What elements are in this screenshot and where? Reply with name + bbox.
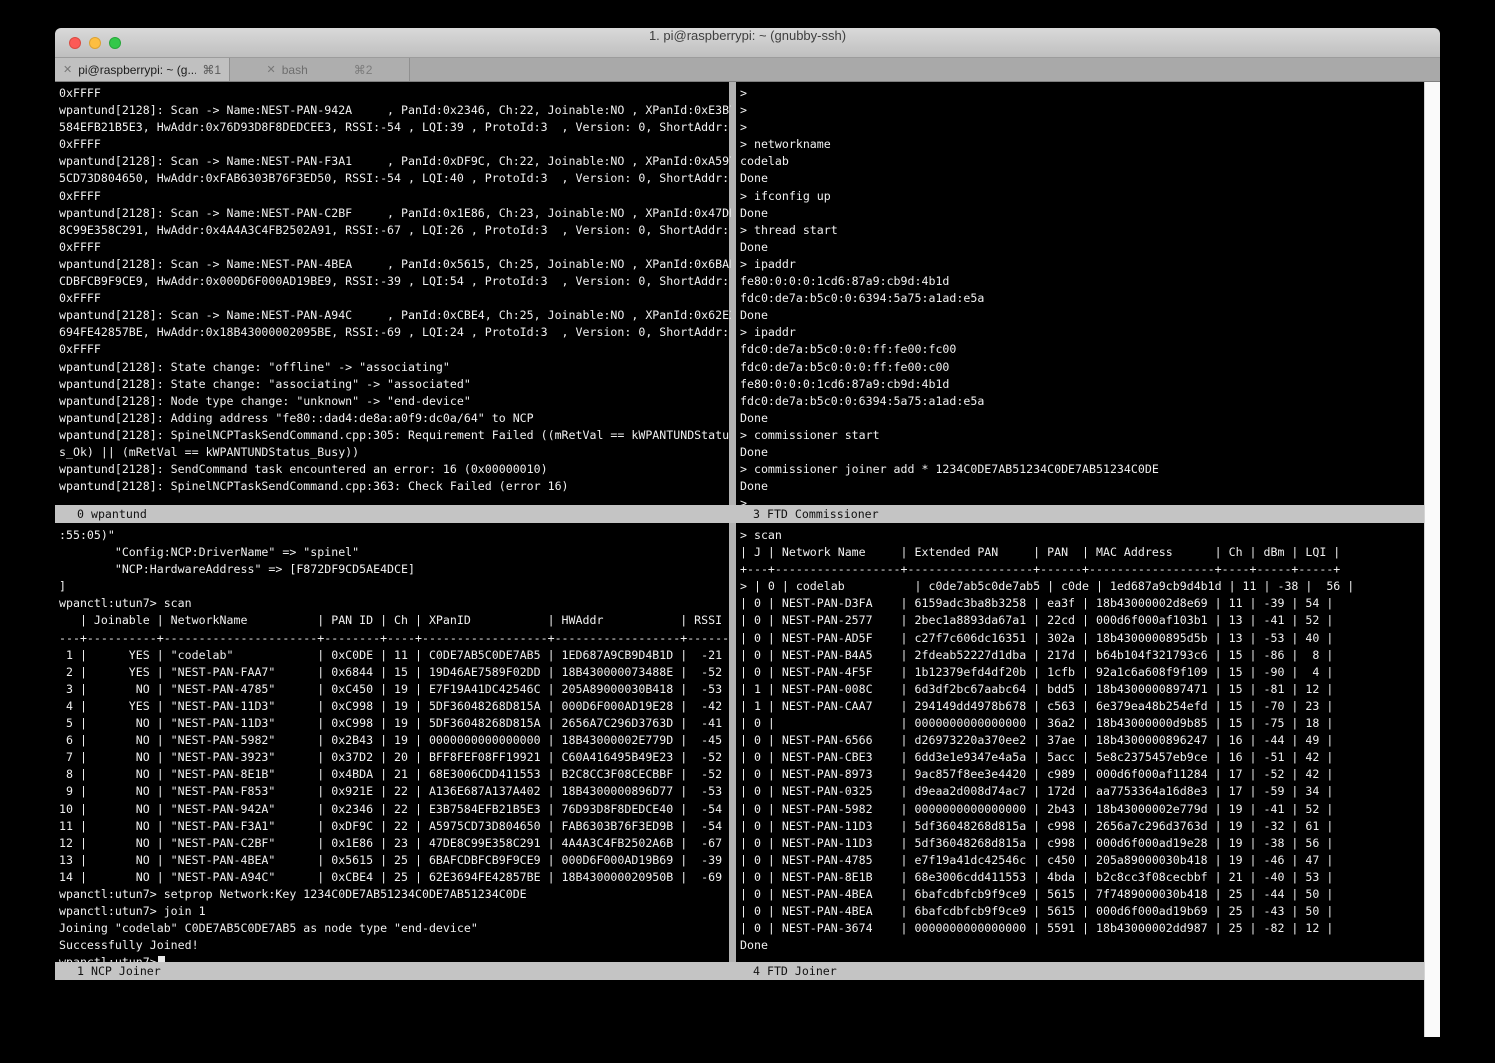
terminal-window: 1. pi@raspberrypi: ~ (gnubby-ssh) ✕ pi@r… [55, 28, 1440, 1037]
tab-label: bash [282, 63, 308, 77]
joiner-scan-output: > scan | J | Network Name | Extended PAN… [740, 527, 1424, 954]
pane-ftd-commissioner[interactable]: > > > > networkname codelab Done > ifcon… [740, 85, 1424, 512]
terminal-scrollbar[interactable] [1424, 82, 1440, 1037]
window-title: 1. pi@raspberrypi: ~ (gnubby-ssh) [55, 28, 1440, 58]
wpanctl-scan-output: :55:05)" "Config:NCP:DriverName" => "spi… [59, 527, 731, 954]
wpantund-log-output: 0xFFFF wpantund[2128]: Scan -> Name:NEST… [59, 85, 731, 495]
tab-shortcut: ⌘1 [202, 63, 221, 77]
caption-wpantund: 0 wpantund [77, 505, 147, 523]
pane-ncp-joiner[interactable]: :55:05)" "Config:NCP:DriverName" => "spi… [59, 527, 731, 971]
caption-ftd-joiner: 4 FTD Joiner [753, 962, 837, 980]
tab-bar: ✕ pi@raspberrypi: ~ (g... ⌘1 ✕ bash ⌘2 [55, 58, 1440, 82]
caption-ftd-commissioner: 3 FTD Commissioner [753, 505, 879, 523]
pane-wpantund[interactable]: 0xFFFF wpantund[2128]: Scan -> Name:NEST… [59, 85, 731, 495]
tab-bash[interactable]: ✕ bash ⌘2 [230, 58, 410, 81]
tab-ssh-session[interactable]: ✕ pi@raspberrypi: ~ (g... ⌘1 [55, 58, 230, 81]
commissioner-cli-output: > > > > networkname codelab Done > ifcon… [740, 85, 1424, 512]
terminal-content-area: 0xFFFF wpantund[2128]: Scan -> Name:NEST… [55, 82, 1440, 1037]
pane-ftd-joiner[interactable]: > scan | J | Network Name | Extended PAN… [740, 527, 1424, 954]
pane-caption-bar-top: 0 wpantund 3 FTD Commissioner [55, 505, 1424, 523]
caption-ncp-joiner: 1 NCP Joiner [77, 962, 161, 980]
pane-caption-bar-bottom: 1 NCP Joiner 4 FTD Joiner [55, 962, 1424, 980]
window-titlebar[interactable]: 1. pi@raspberrypi: ~ (gnubby-ssh) [55, 28, 1440, 58]
tab-label: pi@raspberrypi: ~ (g... [78, 63, 196, 77]
tab-close-icon[interactable]: ✕ [63, 63, 72, 76]
tab-close-icon[interactable]: ✕ [267, 63, 276, 76]
tab-bar-filler [410, 58, 1440, 81]
tab-shortcut: ⌘2 [354, 63, 373, 77]
